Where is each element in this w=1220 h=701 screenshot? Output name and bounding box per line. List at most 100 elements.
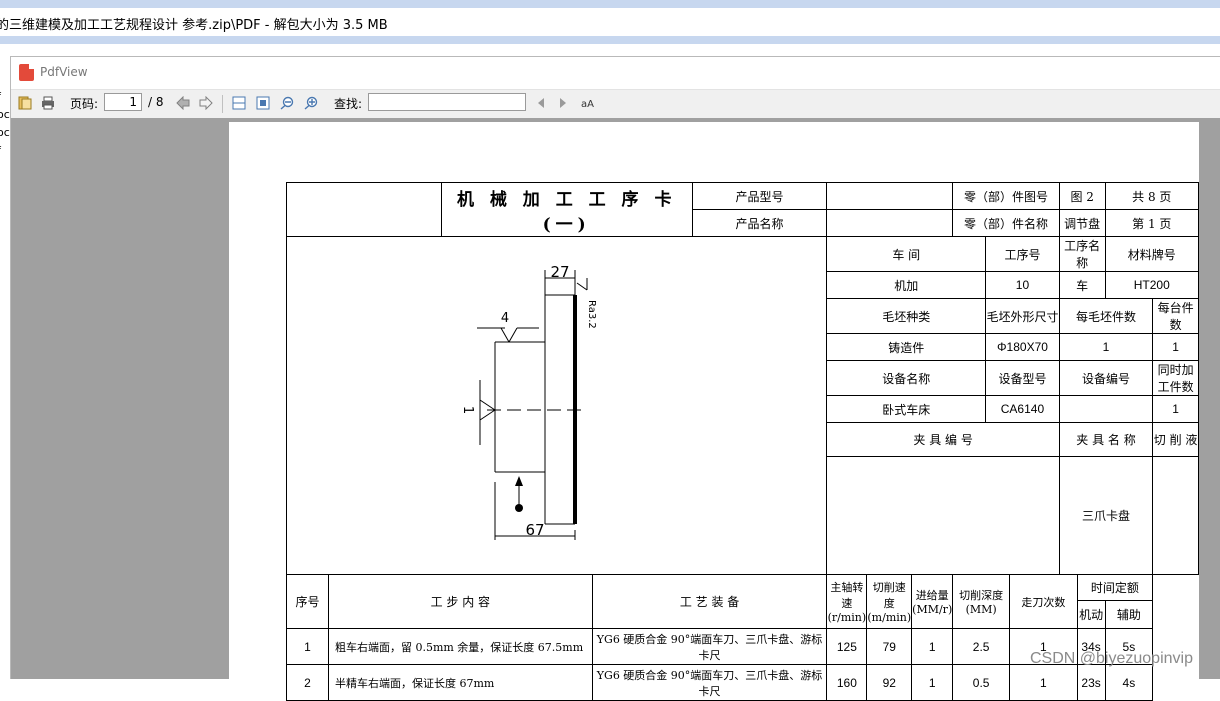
content-head: 工 步 内 容 (327, 574, 593, 629)
document-viewer[interactable]: 机 械 加 工 工 序 卡(一) 产品型号 零（部）件图号 图 2 共 8 页 … (11, 118, 1220, 701)
pdf-page: 机 械 加 工 工 序 卡(一) 产品型号 零（部）件图号 图 2 共 8 页 … (229, 122, 1200, 701)
pdfview-titlebar: PdfView (11, 57, 1220, 90)
simultaneous-value: 1 (1152, 395, 1199, 423)
step-aux-time: 4s (1104, 664, 1154, 701)
aux-time-head: 辅助 (1104, 600, 1154, 629)
fixture-name-value: 三爪卡盘 (1058, 456, 1154, 575)
fixture-no-value (826, 456, 1060, 575)
equip-model-head: 设备型号 (985, 360, 1060, 396)
part-name-label: 零（部）件名称 (952, 209, 1060, 237)
dimension-label: 4 (501, 311, 509, 326)
step-passes: 1 (1009, 664, 1078, 701)
part-drawing: 27 67 4 1 Ra3.2 (460, 263, 597, 540)
step-spindle: 125 (826, 628, 868, 665)
process-no-value: 10 (985, 271, 1060, 299)
seq-head: 序号 (286, 574, 329, 629)
step-speed: 79 (866, 628, 913, 665)
product-model-value (826, 182, 954, 210)
dimension-label: 27 (550, 263, 569, 281)
left-background-strip: f oc oc f (0, 44, 10, 678)
equip-name-head: 设备名称 (826, 360, 987, 396)
blank-count-head: 每毛坯件数 (1058, 298, 1154, 334)
blank-size-head: 毛坯外形尺寸 (985, 298, 1060, 334)
print-icon[interactable] (41, 96, 55, 110)
fit-page-icon[interactable] (256, 96, 270, 110)
open-file-icon[interactable] (18, 96, 32, 110)
step-speed: 92 (866, 664, 913, 701)
outer-window-band (0, 36, 1220, 44)
find-previous-icon[interactable] (534, 96, 548, 110)
machine-time-head: 机动 (1076, 600, 1106, 629)
app-title: PdfView (40, 65, 88, 79)
step-feed: 1 (911, 628, 954, 665)
toolbar: 页码: 1 / 8 查找: aA (11, 90, 1220, 119)
dimension-label: 1 (460, 405, 475, 413)
material-head: 材料牌号 (1104, 236, 1200, 272)
next-page-icon[interactable] (199, 96, 213, 110)
equip-no-value (1058, 395, 1154, 423)
depth-head: 切削深度(MM) (952, 574, 1011, 629)
zoom-in-icon[interactable] (304, 96, 318, 110)
workshop-value: 机加 (826, 271, 987, 299)
time-head: 时间定额 (1076, 574, 1154, 601)
fit-width-icon[interactable] (232, 96, 246, 110)
product-name-label: 产品名称 (691, 209, 828, 237)
search-label: 查找: (334, 97, 363, 111)
product-model-label: 产品型号 (691, 182, 828, 210)
part-no-label: 零（部）件图号 (952, 182, 1060, 210)
workshop-head: 车 间 (826, 236, 987, 272)
background-text: oc (0, 108, 10, 121)
step-content: 半精车右端面，保证长度 67mm (327, 664, 593, 701)
fixture-no-label: 夹 具 编 号 (826, 422, 1060, 457)
step-depth: 2.5 (952, 628, 1011, 665)
process-card-table: 机 械 加 工 工 序 卡(一) 产品型号 零（部）件图号 图 2 共 8 页 … (285, 182, 1200, 701)
page-label: 页码: (70, 97, 99, 111)
page-total: / 8 (148, 95, 164, 109)
blank-header-cell (286, 182, 442, 237)
total-pages: 共 8 页 (1104, 182, 1200, 210)
pdfview-window: PdfView 页码: 1 / 8 查找: aA 机 械 加 工 工 序 卡(一… (10, 56, 1220, 701)
dimension-label: 67 (525, 521, 544, 539)
step-feed: 1 (911, 664, 954, 701)
process-name-head: 工序名称 (1058, 236, 1106, 272)
table-row: 2 半精车右端面，保证长度 67mm YG6 硬质合金 90°端面车刀、三爪卡盘… (286, 664, 1199, 701)
background-text: oc (0, 126, 10, 139)
step-seq: 2 (286, 664, 329, 701)
coolant-label: 切 削 液 (1152, 422, 1199, 457)
step-content: 粗车右端面，留 0.5mm 余量，保证长度 67.5mm (327, 628, 593, 665)
pdf-app-icon (19, 64, 34, 81)
find-next-icon[interactable] (556, 96, 570, 110)
background-text: f (0, 88, 10, 106)
process-name-value: 车 (1058, 271, 1106, 299)
card-title: 机 械 加 工 工 序 卡(一) (440, 182, 693, 237)
step-depth: 0.5 (952, 664, 1011, 701)
feed-head: 进给量(MM/r) (911, 574, 954, 629)
page-number-input[interactable]: 1 (104, 93, 142, 111)
step-equipment: YG6 硬质合金 90°端面车刀、三爪卡盘、游标卡尺 (591, 628, 828, 665)
part-name-value: 调节盘 (1058, 209, 1106, 237)
product-name-value (826, 209, 954, 237)
part-no-value: 图 2 (1058, 182, 1106, 210)
fixture-name-label: 夹 具 名 称 (1058, 422, 1154, 457)
blank-type-head: 毛坯种类 (826, 298, 987, 334)
step-machine-time: 23s (1076, 664, 1106, 701)
zoom-out-icon[interactable] (280, 96, 294, 110)
search-input[interactable] (368, 93, 526, 111)
step-equipment: YG6 硬质合金 90°端面车刀、三爪卡盘、游标卡尺 (591, 664, 828, 701)
watermark: CSDN @biyezuopinvip (1030, 650, 1193, 667)
coolant-value (1152, 456, 1199, 575)
process-no-head: 工序号 (985, 236, 1060, 272)
blank-count-value: 1 (1058, 333, 1154, 361)
per-machine-value: 1 (1152, 333, 1199, 361)
equipment-head: 工 艺 装 备 (591, 574, 828, 629)
material-value: HT200 (1104, 271, 1200, 299)
previous-page-icon[interactable] (176, 96, 190, 110)
equip-name-value: 卧式车床 (826, 395, 987, 423)
outer-window-title: 的三维建模及加工工艺规程设计 参考.zip\PDF - 解包大小为 3.5 MB (0, 18, 388, 33)
blank-type-value: 铸造件 (826, 333, 987, 361)
background-text: f (0, 142, 10, 160)
svg-text:aA: aA (581, 99, 594, 110)
step-seq: 1 (286, 628, 329, 665)
match-case-icon[interactable]: aA (581, 96, 595, 110)
roughness-label: Ra3.2 (586, 300, 597, 329)
